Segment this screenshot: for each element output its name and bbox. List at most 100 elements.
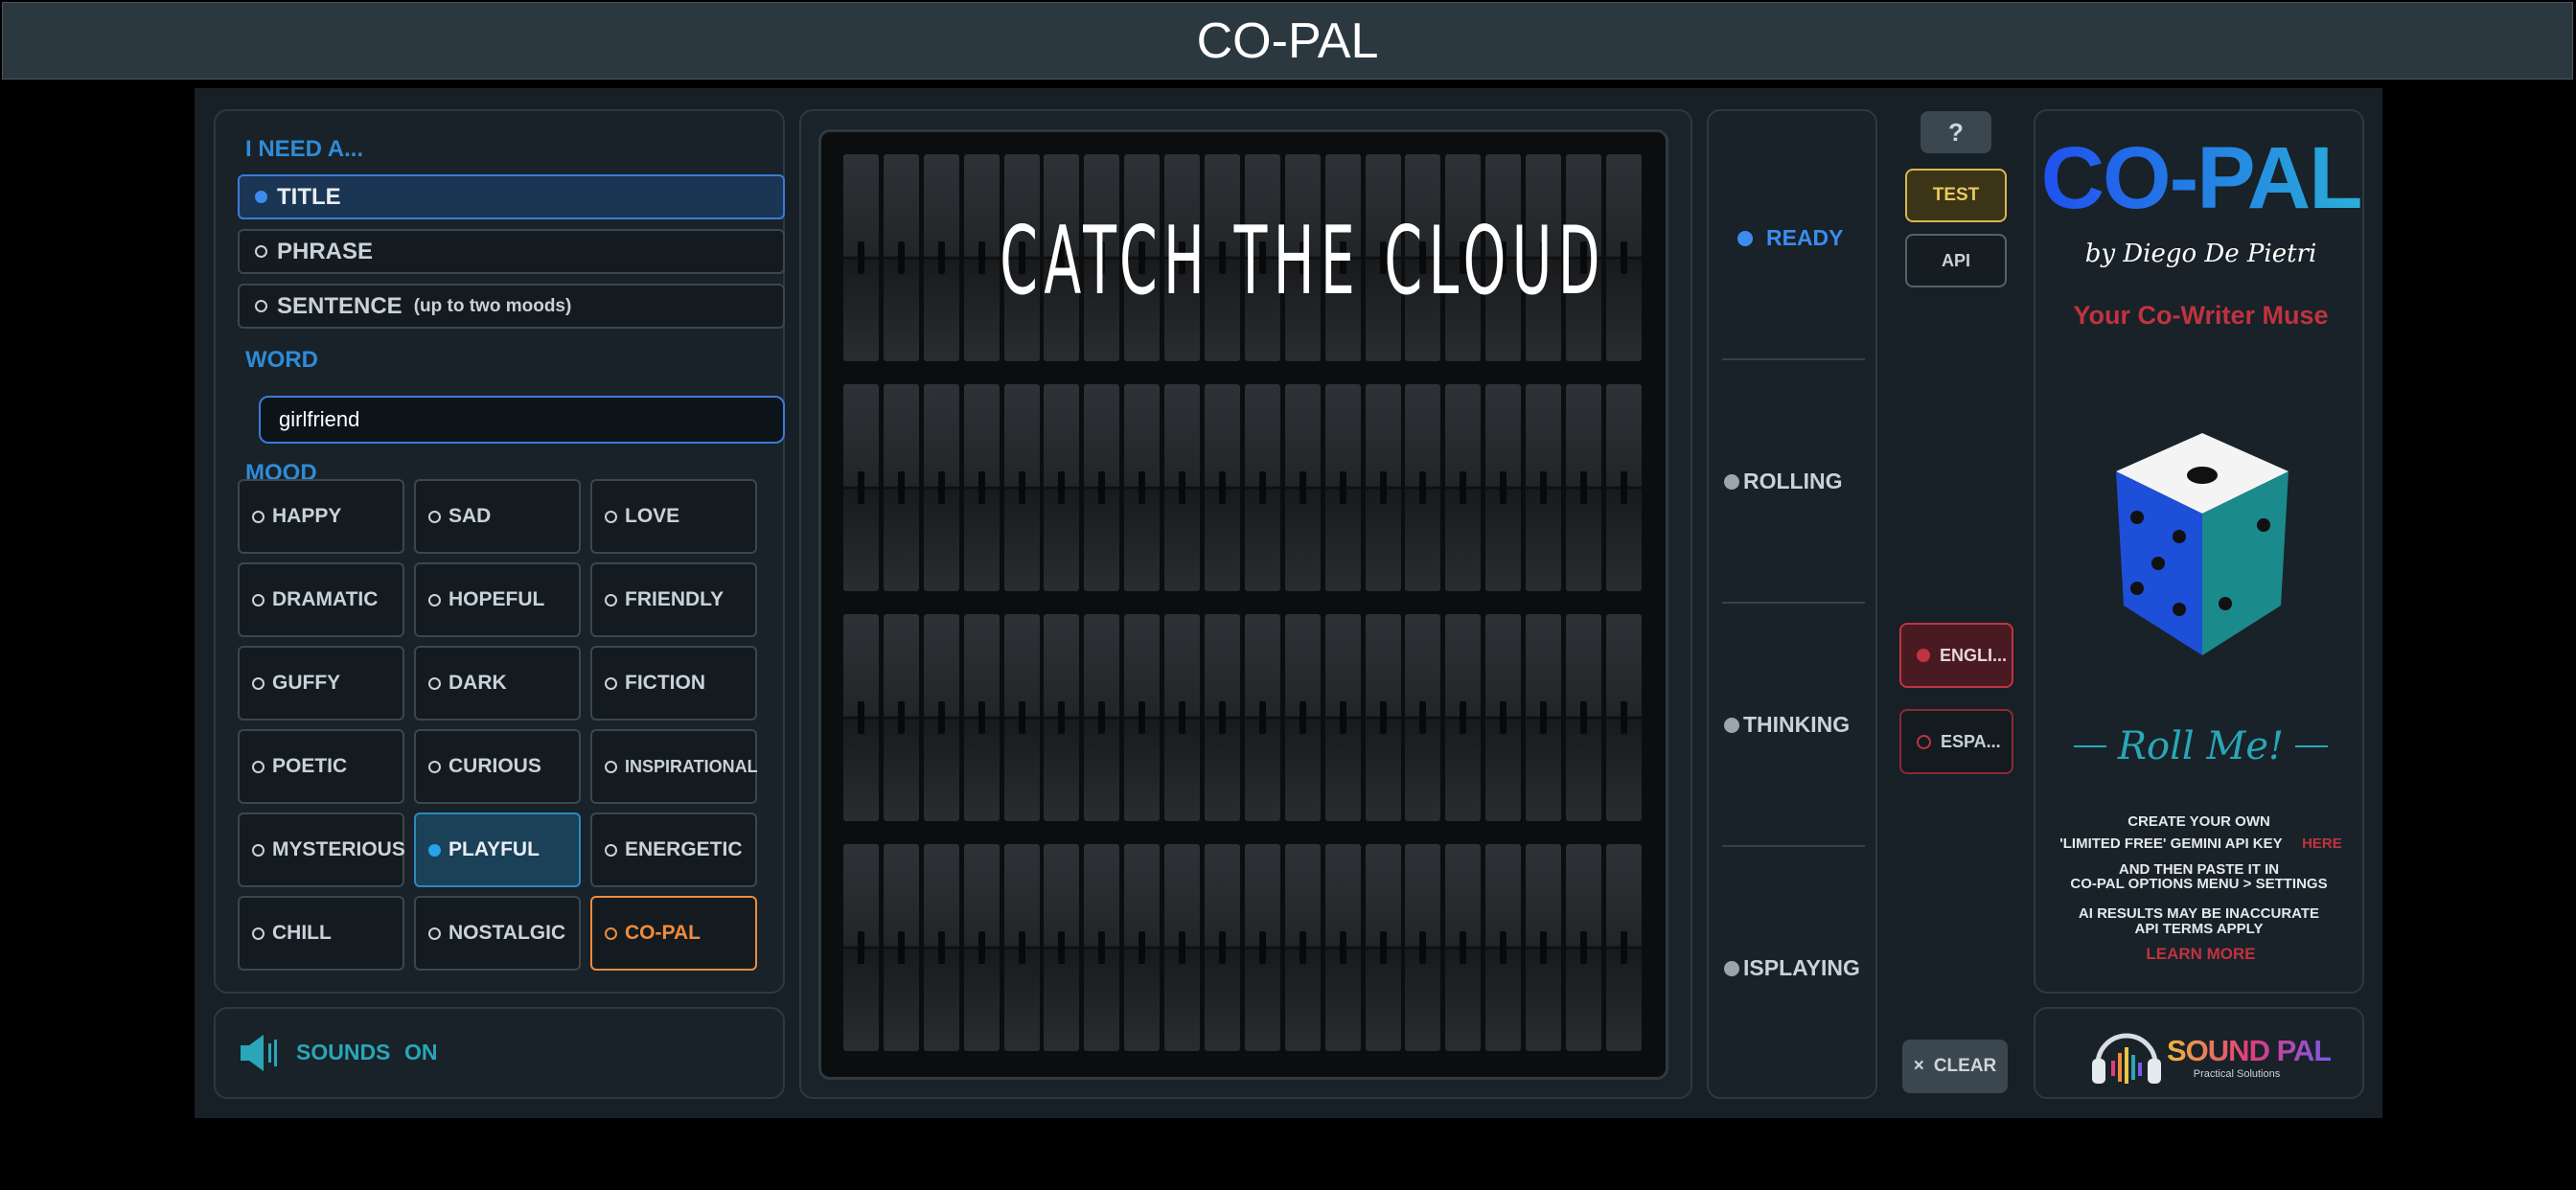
status-thinking: THINKING xyxy=(1724,712,1850,738)
mood-option-label: GUFFY xyxy=(272,672,341,694)
flip-tile xyxy=(883,844,919,1051)
need-option-sentence[interactable]: SENTENCE (up to two moods) xyxy=(238,284,785,329)
word-input[interactable] xyxy=(259,396,785,444)
radio-icon xyxy=(252,510,264,523)
sounds-label: SOUNDS xyxy=(296,1040,391,1064)
mood-option-mysterious[interactable]: MYSTERIOUS xyxy=(238,812,405,887)
mood-option-label: FICTION xyxy=(625,672,705,694)
mood-option-poetic[interactable]: POETIC xyxy=(238,729,404,804)
api-button[interactable]: API xyxy=(1905,234,2007,287)
status-displaying: ISPLAYING xyxy=(1724,955,1860,981)
mood-option-label: DRAMATIC xyxy=(272,588,379,610)
flip-tile xyxy=(1485,844,1522,1051)
flip-tile xyxy=(923,614,959,821)
need-option-label: PHRASE xyxy=(277,238,374,264)
radio-icon xyxy=(252,927,264,940)
status-ready: READY xyxy=(1737,225,1844,251)
mood-option-inspirational[interactable]: INSPIRATIONAL xyxy=(590,729,758,804)
status-panel: READY ROLLING THINKING ISPLAYING xyxy=(1707,109,1877,1099)
dice-icon[interactable] xyxy=(2108,433,2296,655)
clear-button[interactable]: × CLEAR xyxy=(1902,1040,2008,1093)
mood-option-energetic[interactable]: ENERGETIC xyxy=(590,812,757,887)
mood-option-guffy[interactable]: GUFFY xyxy=(238,646,404,721)
help-button[interactable]: ? xyxy=(1920,111,1991,153)
status-rolling: ROLLING xyxy=(1724,469,1843,494)
mood-option-co-pal[interactable]: CO-PAL xyxy=(590,896,757,971)
flip-tile xyxy=(963,154,1000,361)
app-container: I NEED A... TITLE PHRASE SENTENCE (up to… xyxy=(195,88,2382,1118)
info-line: AI RESULTS MAY BE INACCURATE xyxy=(2078,905,2320,922)
flip-tile xyxy=(1566,614,1602,821)
learn-more-link[interactable]: LEARN MORE xyxy=(2036,945,2366,964)
flip-tile xyxy=(1284,614,1321,821)
mood-option-sad[interactable]: SAD xyxy=(414,479,581,554)
flip-tile xyxy=(1044,844,1080,1051)
flip-tile xyxy=(1526,614,1562,821)
here-link[interactable]: HERE xyxy=(2302,835,2342,852)
mood-option-dramatic[interactable]: DRAMATIC xyxy=(238,562,404,637)
flip-tile xyxy=(1445,614,1482,821)
test-label: TEST xyxy=(1932,185,1980,205)
byline: by Diego De Pietri xyxy=(2084,240,2317,268)
language-english-label: ENGLI... xyxy=(1940,645,2008,665)
flip-tile xyxy=(1365,844,1401,1051)
flip-tile xyxy=(1445,384,1482,591)
flip-tile xyxy=(1405,384,1441,591)
window-title-bar: CO-PAL xyxy=(2,2,2573,80)
soundpal-subtitle: Practical Solutions xyxy=(2193,1068,2281,1080)
flip-tile xyxy=(1365,614,1401,821)
mood-option-label: HOPEFUL xyxy=(448,588,545,610)
clear-label: CLEAR xyxy=(1933,1056,1997,1076)
test-button[interactable]: TEST xyxy=(1905,169,2007,222)
mood-option-dark[interactable]: DARK xyxy=(414,646,581,721)
flip-tile xyxy=(1003,844,1040,1051)
flip-board: CATCH THE CLOUD xyxy=(818,129,1668,1080)
status-divider xyxy=(1722,602,1865,604)
flip-tile xyxy=(1044,384,1080,591)
mood-option-playful[interactable]: PLAYFUL xyxy=(414,812,581,887)
mood-option-fiction[interactable]: FICTION xyxy=(590,646,757,721)
radio-icon xyxy=(255,245,267,258)
language-english-button[interactable]: ENGLI... xyxy=(1899,623,2013,688)
need-option-title[interactable]: TITLE xyxy=(238,174,785,219)
flip-tile xyxy=(1244,614,1280,821)
status-label: READY xyxy=(1766,225,1844,250)
need-option-phrase[interactable]: PHRASE xyxy=(238,229,785,274)
mood-option-nostalgic[interactable]: NOSTALGIC xyxy=(414,896,581,971)
api-label: API xyxy=(1941,250,1970,270)
mood-option-happy[interactable]: HAPPY xyxy=(238,479,404,554)
mood-option-chill[interactable]: CHILL xyxy=(238,896,404,971)
flip-tile xyxy=(1365,384,1401,591)
radio-icon xyxy=(428,760,441,773)
mood-option-hopeful[interactable]: HOPEFUL xyxy=(414,562,581,637)
flip-tile xyxy=(1605,844,1642,1051)
flip-tile xyxy=(1405,844,1441,1051)
flip-tile xyxy=(1164,384,1201,591)
mood-option-label: NOSTALGIC xyxy=(448,922,566,944)
mood-option-curious[interactable]: CURIOUS xyxy=(414,729,581,804)
mood-option-love[interactable]: LOVE xyxy=(590,479,757,554)
flip-tile xyxy=(963,614,1000,821)
info-line: API TERMS APPLY xyxy=(2134,921,2264,937)
board-row xyxy=(843,614,1642,821)
flip-tile xyxy=(1324,844,1361,1051)
roll-me-link[interactable]: Roll Me! xyxy=(2036,724,2366,768)
flip-tile xyxy=(883,384,919,591)
flip-tile xyxy=(1284,844,1321,1051)
mood-option-label: INSPIRATIONAL xyxy=(625,756,758,776)
flip-tile xyxy=(1445,844,1482,1051)
language-espanol-button[interactable]: ESPA... xyxy=(1899,709,2013,774)
radio-icon xyxy=(605,760,617,773)
word-heading: WORD xyxy=(245,347,318,373)
status-divider xyxy=(1722,358,1865,360)
radio-icon xyxy=(252,593,264,606)
flip-tile xyxy=(1605,614,1642,821)
status-dot-icon xyxy=(1724,473,1739,490)
flip-tile xyxy=(1485,384,1522,591)
options-panel: I NEED A... TITLE PHRASE SENTENCE (up to… xyxy=(214,109,785,994)
mood-option-friendly[interactable]: FRIENDLY xyxy=(590,562,757,637)
soundpal-panel[interactable]: SOUND PAL Practical Solutions xyxy=(2034,1007,2364,1099)
flip-tile xyxy=(1205,384,1241,591)
sounds-panel[interactable]: SOUNDS ON xyxy=(214,1007,785,1099)
language-espanol-label: ESPA... xyxy=(1941,731,2001,751)
